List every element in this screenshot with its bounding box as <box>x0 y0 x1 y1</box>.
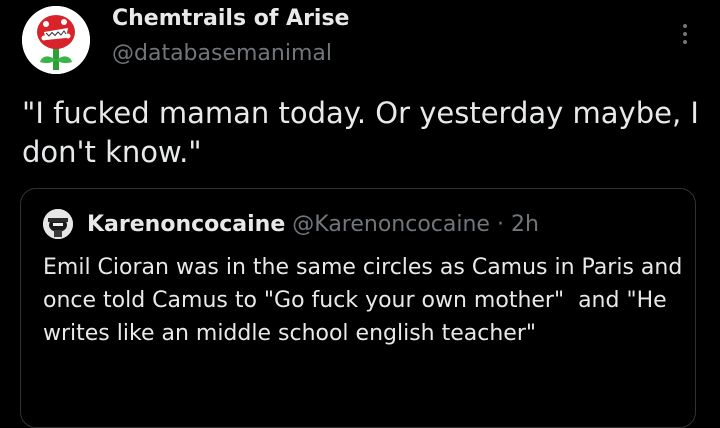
tweet: Chemtrails of Arise @databasemanimal "I … <box>0 0 720 428</box>
quoted-header: Karenoncocaine @Karenoncocaine · 2h <box>87 209 539 241</box>
avatar-image-icon <box>43 209 73 239</box>
quoted-timestamp[interactable]: 2h <box>511 212 539 237</box>
quoted-tweet-card[interactable]: Karenoncocaine @Karenoncocaine · 2h Emil… <box>20 188 696 428</box>
author-avatar[interactable] <box>22 6 90 74</box>
more-vertical-icon <box>683 24 687 44</box>
piranha-plant-icon <box>22 6 90 74</box>
tweet-text: "I fucked maman today. Or yesterday mayb… <box>22 96 709 169</box>
more-options-button[interactable] <box>672 18 698 50</box>
quoted-tweet-text: Emil Cioran was in the same circles as C… <box>43 255 690 346</box>
quoted-author-handle[interactable]: @Karenoncocaine <box>292 212 490 237</box>
author-handle[interactable]: @databasemanimal <box>112 41 332 66</box>
quoted-author-name[interactable]: Karenoncocaine <box>87 212 285 237</box>
author-name[interactable]: Chemtrails of Arise <box>112 6 349 31</box>
quoted-author-avatar[interactable] <box>43 209 73 239</box>
meta-separator: · <box>496 212 504 237</box>
